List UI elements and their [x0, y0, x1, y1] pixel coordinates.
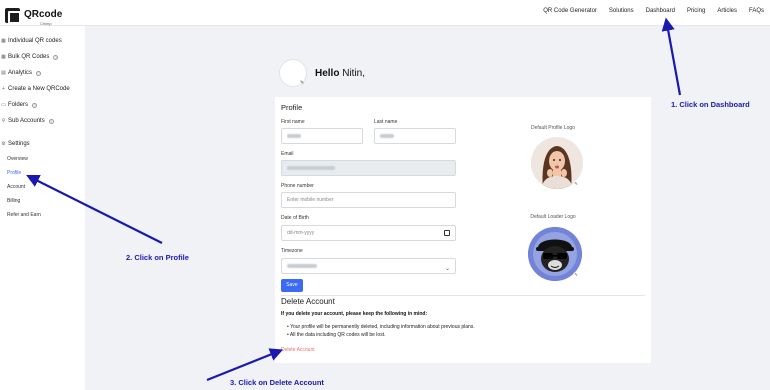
arrow-to-profile [26, 175, 163, 244]
annotation-arrows [26, 17, 682, 382]
arrow-to-dashboard [661, 17, 682, 96]
annotation-profile: 2. Click on Profile [126, 253, 189, 262]
arrow-to-delete-account [206, 348, 284, 382]
annotation-delete-account: 3. Click on Delete Account [230, 378, 324, 387]
annotation-dashboard: 1. Click on Dashboard [671, 100, 750, 109]
